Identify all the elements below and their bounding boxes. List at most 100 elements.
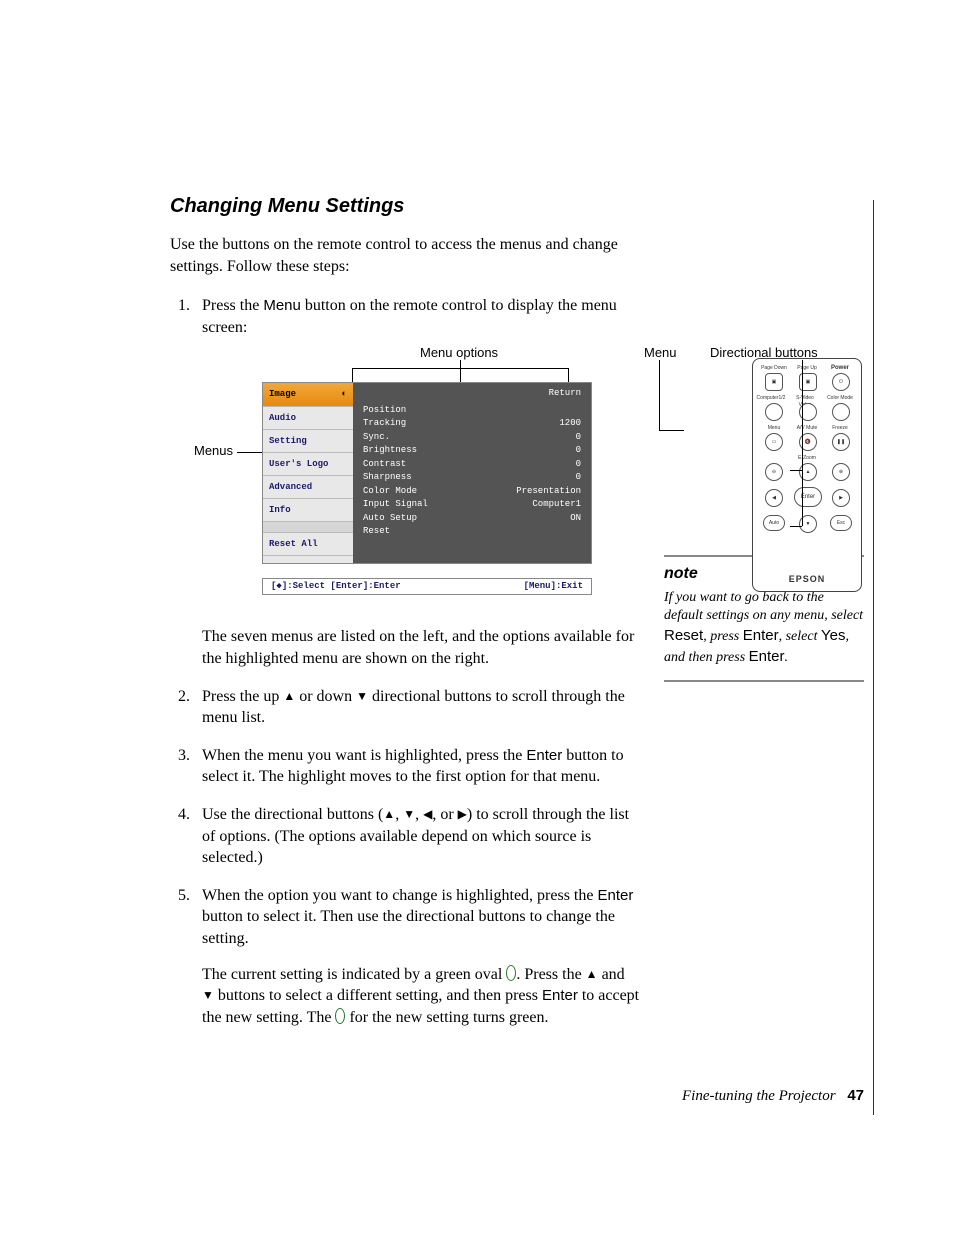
osd-option-row: Position (363, 404, 581, 418)
step-2: Press the up ▲ or down ▼ directional but… (194, 686, 640, 729)
step-4-text-c: , (415, 806, 423, 823)
power-button: ⏻ (832, 373, 850, 391)
leader-line (568, 368, 569, 382)
page-footer: Fine-tuning the Projector 47 (564, 1087, 864, 1105)
leader-line (790, 470, 802, 471)
leader-line (659, 430, 684, 431)
osd-menu-item-image: Image◐ (263, 383, 353, 406)
remote-label-colormode: Color Mode (825, 395, 855, 402)
up-arrow-icon: ▲ (283, 689, 295, 703)
computer-button (765, 403, 783, 421)
remote-menu-button: ▭ (765, 433, 783, 451)
remote-label-menu: Menu (759, 425, 789, 432)
leader-line (659, 360, 660, 430)
step-4: Use the directional buttons (▲, ▼, ◀, or… (194, 804, 640, 869)
leader-line (352, 368, 353, 382)
intro-paragraph: Use the buttons on the remote control to… (170, 234, 640, 277)
remote-label-avmute: A/V Mute (792, 425, 822, 432)
green-oval-icon (335, 1008, 345, 1024)
osd-menu-list: Image◐ Audio Setting User's Logo Advance… (263, 383, 353, 563)
osd-menu-screenshot: Image◐ Audio Setting User's Logo Advance… (262, 382, 592, 602)
osd-menu-item-audio: Audio (263, 407, 353, 430)
osd-option-row: Sharpness0 (363, 471, 581, 485)
label-remote-menu: Menu (644, 344, 677, 362)
menu-button-label: Menu (263, 297, 301, 314)
osd-option-row: Brightness0 (363, 444, 581, 458)
step-5: When the option you want to change is hi… (194, 885, 640, 1029)
enter-button-label: Enter (542, 987, 578, 1004)
step-2-text-a: Press the up (202, 688, 283, 705)
step-3-text-a: When the menu you want is highlighted, p… (202, 747, 526, 764)
step-5-text-b: button to select it. Then use the direct… (202, 908, 615, 947)
right-arrow-icon: ▶ (458, 807, 467, 821)
step-5-p2-d: buttons to select a different setting, a… (214, 987, 542, 1004)
leader-line (790, 526, 802, 527)
enter-label: Enter (749, 648, 785, 665)
ezoom-minus-button: ⊖ (765, 463, 783, 481)
leader-line (802, 360, 803, 470)
right-arrow-button: ▶ (832, 489, 850, 507)
remote-label-pagedown: Page Down (759, 365, 789, 372)
step-1-text-a: Press the (202, 297, 263, 314)
down-arrow-icon: ▼ (202, 988, 214, 1002)
down-arrow-icon: ▼ (403, 807, 415, 821)
auto-button: Auto (763, 515, 785, 531)
osd-footer-right: [Menu]:Exit (524, 580, 583, 592)
left-arrow-button: ◀ (765, 489, 783, 507)
pagedown-button: ▣ (765, 373, 783, 391)
ezoom-plus-button: ⊕ (832, 463, 850, 481)
right-margin-rule (873, 200, 874, 1115)
colormode-button (832, 403, 850, 421)
osd-menu-item-resetall: Reset All (263, 533, 353, 556)
step-5-text-a: When the option you want to change is hi… (202, 887, 597, 904)
label-menus: Menus (194, 442, 233, 460)
osd-menu-item-advanced: Advanced (263, 476, 353, 499)
left-arrow-icon: ◀ (423, 807, 432, 821)
osd-option-row: Tracking1200 (363, 417, 581, 431)
section-heading: Changing Menu Settings (170, 195, 640, 218)
osd-return-label: Return (363, 387, 581, 399)
up-arrow-icon: ▲ (383, 807, 395, 821)
osd-options-panel: Return Position Tracking1200 Sync.0 Brig… (353, 383, 591, 563)
osd-menu-item-info: Info (263, 499, 353, 522)
step-5-p2-a: The current setting is indicated by a gr… (202, 966, 506, 983)
leader-line (802, 470, 803, 526)
enter-button-label: Enter (597, 887, 633, 904)
figure-menu-and-remote: Menu options Menus Menu Directional butt… (162, 344, 862, 614)
down-arrow-icon: ▼ (356, 689, 368, 703)
reset-label: Reset (664, 627, 703, 644)
green-oval-icon (506, 965, 516, 981)
step-1: Press the Menu button on the remote cont… (194, 295, 640, 669)
up-arrow-icon: ▲ (586, 967, 598, 981)
step-4-text-a: Use the directional buttons ( (202, 806, 383, 823)
enter-button-label: Enter (526, 747, 562, 764)
remote-label-freeze: Freeze (825, 425, 855, 432)
label-menu-options: Menu options (420, 344, 498, 362)
osd-menu-item-userslogo: User's Logo (263, 453, 353, 476)
leader-line (352, 368, 568, 369)
step-5-p2-b: . Press the (516, 966, 585, 983)
enter-label: Enter (743, 627, 779, 644)
remote-brand-logo: EPSON (753, 573, 861, 585)
step-5-p2-f: for the new setting turns green. (345, 1009, 548, 1026)
step-2-text-b: or down (295, 688, 356, 705)
footer-chapter-title: Fine-tuning the Projector (682, 1088, 836, 1104)
step-4-text-d: , or (432, 806, 457, 823)
remote-label-pageup: Page Up (792, 365, 822, 372)
freeze-button: ❚❚ (832, 433, 850, 451)
step-1-after-text: The seven menus are listed on the left, … (202, 626, 640, 669)
remote-label-ezoom: E-Zoom (792, 455, 822, 462)
remote-label-power: Power (825, 364, 855, 372)
leader-line (460, 360, 461, 382)
osd-footer-left: [◆]:Select [Enter]:Enter (271, 580, 401, 592)
step-4-text-b: , (395, 806, 403, 823)
esc-button: Esc (830, 515, 852, 531)
osd-option-row: Input SignalComputer1 (363, 498, 581, 512)
osd-option-row: Sync.0 (363, 431, 581, 445)
osd-option-row: Reset (363, 525, 581, 539)
remote-control-illustration: Page Down Page Up Power ▣ ▣ ⏻ Computer1/… (752, 358, 862, 592)
enter-button: Enter (794, 487, 822, 507)
step-3: When the menu you want is highlighted, p… (194, 745, 640, 788)
steps-list: Press the Menu button on the remote cont… (170, 295, 640, 1028)
osd-option-row: Contrast0 (363, 458, 581, 472)
